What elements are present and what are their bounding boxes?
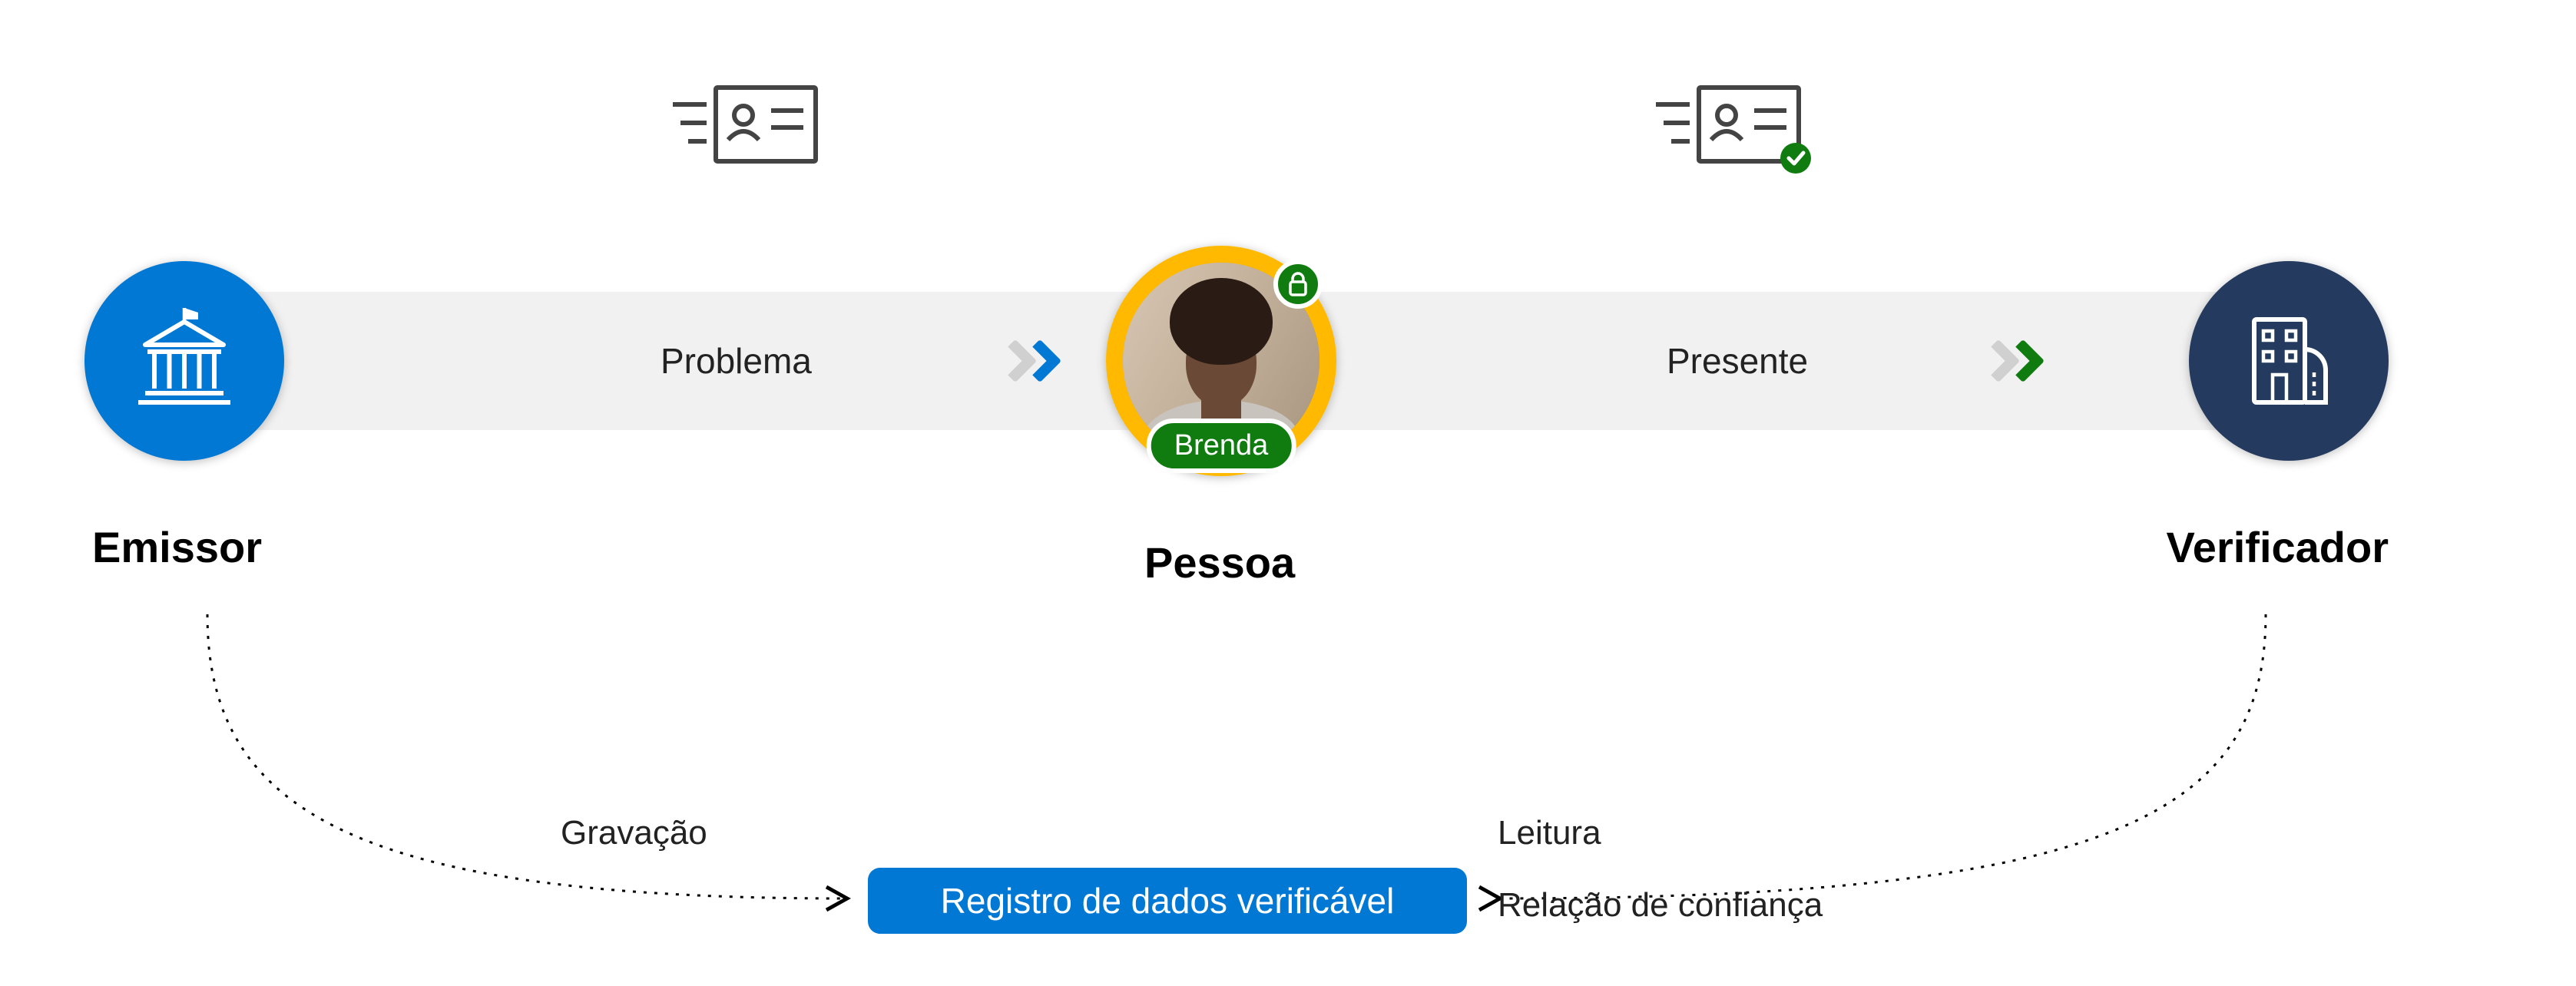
flow-issue-label: Problema	[661, 340, 812, 382]
person-title: Pessoa	[1144, 538, 1295, 587]
chevrons-issue	[1006, 346, 1055, 376]
arc-write-label: Gravação	[561, 814, 707, 852]
person-name-badge: Brenda	[1147, 419, 1296, 473]
diagram-stage: Problema Presente	[84, 77, 2389, 921]
office-building-icon	[2231, 303, 2346, 419]
verifier-title: Verificador	[2167, 522, 2389, 572]
chevron-right-icon	[2002, 339, 2045, 383]
chevrons-present	[1989, 346, 2038, 376]
arc-read-label: Leitura	[1498, 814, 1601, 852]
person-node: Brenda	[1106, 246, 1336, 476]
verifier-node	[2189, 261, 2389, 461]
credential-issue-icon	[668, 77, 822, 173]
chevron-right-icon	[1018, 339, 1062, 383]
lock-icon	[1286, 271, 1310, 297]
credential-present-icon	[1651, 77, 1813, 180]
arc-trust-label: Relação de confiança	[1498, 886, 1823, 925]
issuer-node	[84, 261, 284, 461]
institution-icon	[127, 303, 242, 419]
flow-present-label: Presente	[1667, 340, 1808, 382]
lock-badge	[1273, 260, 1323, 309]
registry-label: Registro de dados verificável	[941, 880, 1395, 921]
verifiable-data-registry: Registro de dados verificável	[868, 868, 1467, 934]
issuer-title: Emissor	[92, 522, 262, 572]
